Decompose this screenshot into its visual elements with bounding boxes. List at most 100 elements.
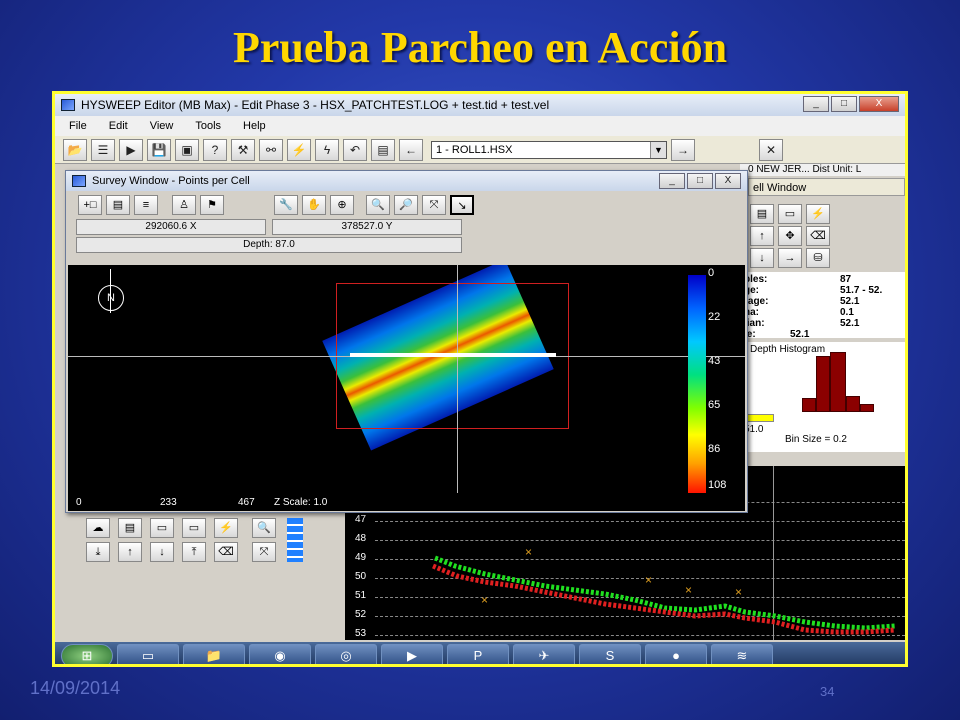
taskbar-folder-icon[interactable]: 📁 (183, 644, 245, 664)
lower-tool-4-icon[interactable]: ▭ (182, 518, 206, 538)
cell-lightning-icon[interactable]: ⚡ (806, 204, 830, 224)
minimize-button[interactable]: _ (803, 96, 829, 112)
z-scale-label: Z Scale: 1.0 (274, 497, 328, 508)
lower-bottom-arrow-icon[interactable]: ⤓ (86, 542, 110, 562)
open-folder-icon[interactable]: 📂 (63, 138, 87, 161)
svg-text:×: × (685, 583, 692, 597)
slide-page-number: 34 (820, 684, 835, 699)
histogram-bar (846, 396, 860, 412)
table-icon[interactable]: ▤ (371, 138, 395, 161)
grid-icon[interactable]: ▤ (106, 195, 130, 215)
main-toolbar: 📂 ☰ ▶ 💾 ▣ ? ⚒ ⚯ ⚡ ϟ ↶ ▤ ← 1 - ROLL1.HSX … (55, 136, 905, 164)
zoom-extents-icon[interactable]: ⤧ (422, 195, 446, 215)
svg-text:×: × (735, 585, 742, 599)
histogram-bar (816, 356, 830, 412)
save-icon[interactable]: 💾 (147, 138, 171, 161)
taskbar-hysweep-icon[interactable]: ≋ (711, 644, 773, 664)
x-tick: 233 (160, 497, 177, 508)
lower-fit-icon[interactable]: ⤧ (252, 542, 276, 562)
lower-lightning-icon[interactable]: ⚡ (214, 518, 238, 538)
x-axis: 0 233 467 Z Scale: 1.0 (68, 493, 745, 511)
add-point-icon[interactable]: +□ (78, 195, 102, 215)
cell-tool-1-icon[interactable]: ▤ (750, 204, 774, 224)
taskbar-firefox-icon[interactable]: ◉ (249, 644, 311, 664)
lower-top-arrow-icon[interactable]: ⤒ (182, 542, 206, 562)
select-tool-icon[interactable]: ↘ (450, 195, 474, 215)
menu-edit[interactable]: Edit (109, 120, 128, 132)
lower-tool-2-icon[interactable]: ▤ (118, 518, 142, 538)
person-icon[interactable]: ♙ (172, 195, 196, 215)
cell-window-top-text: 0 NEW JER... Dist Unit: L (740, 164, 905, 176)
cell-move-icon[interactable]: ✥ (778, 226, 802, 246)
histogram-range-marker (744, 414, 774, 422)
cell-up-arrow-icon[interactable]: ↑ (750, 226, 774, 246)
wrench-icon[interactable]: ⚒ (231, 138, 255, 161)
cell-right-arrow-icon[interactable]: → (778, 248, 802, 268)
cell-window-title: ell Window (748, 178, 905, 196)
x-coordinate: 292060.6 X (76, 219, 266, 235)
file-select[interactable]: 1 - ROLL1.HSX ▼ (431, 140, 667, 159)
lower-down-arrow-icon[interactable]: ↓ (150, 542, 174, 562)
zoom-out-icon[interactable]: 🔎 (394, 195, 418, 215)
survey-close-button[interactable]: X (715, 173, 741, 189)
survey-minimize-button[interactable]: _ (659, 173, 685, 189)
taskbar-app-4[interactable]: ◎ (315, 644, 377, 664)
menu-bar: File Edit View Tools Help (55, 116, 905, 136)
menu-view[interactable]: View (150, 120, 174, 132)
binoculars-icon[interactable]: ⚯ (259, 138, 283, 161)
cell-tool-2-icon[interactable]: ▭ (778, 204, 802, 224)
stat-value: 52.1 (790, 329, 810, 340)
lower-tool-3-icon[interactable]: ▭ (150, 518, 174, 538)
image-icon[interactable]: ▣ (175, 138, 199, 161)
stat-label: ge: (744, 285, 759, 296)
taskbar-app-7[interactable]: ✈ (513, 644, 575, 664)
taskbar-powerpoint-icon[interactable]: P (447, 644, 509, 664)
forward-arrow-icon[interactable]: → (671, 138, 695, 161)
lightning-icon[interactable]: ⚡ (287, 138, 311, 161)
maximize-button[interactable]: □ (831, 96, 857, 112)
survey-window-title: Survey Window - Points per Cell (92, 175, 250, 187)
taskbar-skype-icon[interactable]: S (579, 644, 641, 664)
undo-icon[interactable]: ↶ (343, 138, 367, 161)
cloud-icon[interactable]: ☁ (86, 518, 110, 538)
survey-wrench-icon[interactable]: 🔧 (274, 195, 298, 215)
colorbar-label: 65 (708, 399, 721, 411)
menu-file[interactable]: File (69, 120, 87, 132)
taskbar-app-1[interactable]: ▭ (117, 644, 179, 664)
menu-tools[interactable]: Tools (195, 120, 221, 132)
taskbar-media-icon[interactable]: ▶ (381, 644, 443, 664)
help-icon[interactable]: ? (203, 138, 227, 161)
depth-readout: Depth: 87.0 (76, 237, 462, 253)
list-icon[interactable]: ☰ (91, 138, 115, 161)
zoom-in-icon[interactable]: 🔍 (366, 195, 390, 215)
stat-value: 52.1 (840, 296, 860, 307)
stat-label: na: (744, 307, 759, 318)
flag-icon[interactable]: ⚑ (200, 195, 224, 215)
lightning-gray-icon[interactable]: ϟ (315, 138, 339, 161)
crosshair-vertical (457, 265, 458, 493)
lower-zoom-icon[interactable]: 🔍 (252, 518, 276, 538)
chevron-down-icon[interactable]: ▼ (650, 141, 666, 158)
cell-eraser-icon[interactable]: ⌫ (806, 226, 830, 246)
pan-hand-icon[interactable]: ✋ (302, 195, 326, 215)
points-per-cell-plot[interactable]: N 0 22 43 65 86 108 (68, 265, 745, 493)
colorbar-label: 108 (708, 479, 727, 491)
start-button[interactable]: ⊞ (61, 644, 113, 664)
color-scale-bar (688, 275, 706, 493)
list-view-icon[interactable]: ≡ (134, 195, 158, 215)
file-select-value: 1 - ROLL1.HSX (436, 143, 513, 156)
play-icon[interactable]: ▶ (119, 138, 143, 161)
menu-help[interactable]: Help (243, 120, 266, 132)
close-button[interactable]: X (859, 96, 899, 112)
back-arrow-icon[interactable]: ← (399, 138, 423, 161)
taskbar-app-9[interactable]: ● (645, 644, 707, 664)
lower-up-arrow-icon[interactable]: ↑ (118, 542, 142, 562)
cell-bucket-icon[interactable]: ⛁ (806, 248, 830, 268)
cell-down-arrow-icon[interactable]: ↓ (750, 248, 774, 268)
stat-value: 51.7 - 52. (840, 285, 883, 296)
profile-line (350, 353, 556, 357)
tools-x-icon[interactable]: ✕ (759, 138, 783, 161)
lower-eraser-icon[interactable]: ⌫ (214, 542, 238, 562)
survey-maximize-button[interactable]: □ (687, 173, 713, 189)
zoom-fit-icon[interactable]: ⊕ (330, 195, 354, 215)
